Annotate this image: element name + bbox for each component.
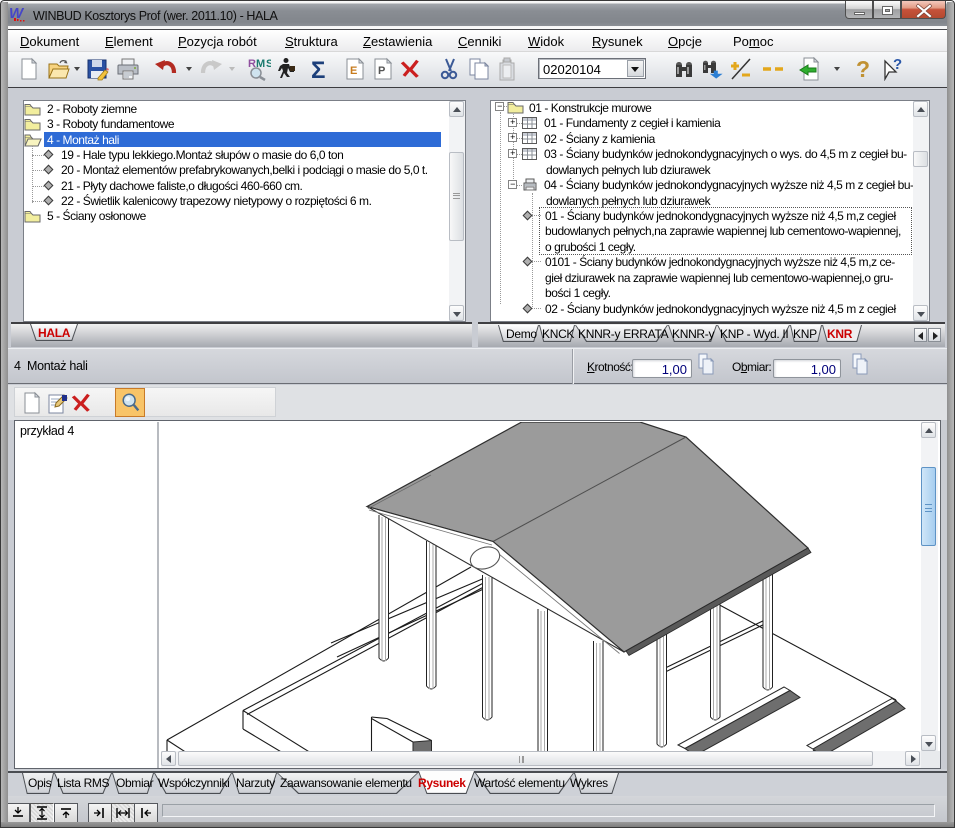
svg-text:?: ? [893, 57, 902, 73]
svg-text:Σ: Σ [311, 57, 325, 81]
svg-text:E: E [350, 65, 357, 77]
svg-text:P: P [378, 65, 385, 77]
svg-text:S: S [266, 58, 271, 70]
svg-text:?: ? [856, 57, 870, 81]
